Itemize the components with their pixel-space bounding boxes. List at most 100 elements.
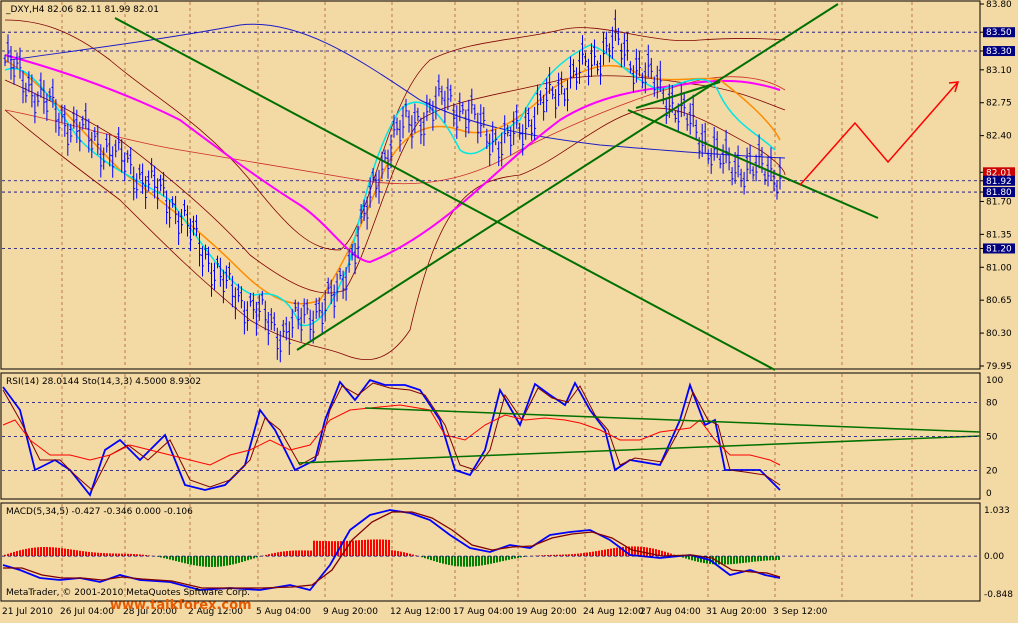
histogram-bar [727,556,729,564]
histogram-bar [733,556,735,564]
histogram-bar [22,550,24,557]
price-scale-label: 80.30 [986,329,1012,339]
histogram-bar [364,540,366,556]
histogram-bar [406,553,408,556]
histogram-bar [499,556,501,562]
histogram-bar [433,556,435,561]
time-axis-label: 3 Sep 12:00 [773,607,828,617]
price-bars[interactable] [4,10,782,363]
histogram-bar [739,556,741,563]
histogram-bar [385,540,387,556]
histogram-bar [181,556,183,562]
histogram-bar [439,556,441,563]
histogram-bar [598,551,600,557]
histogram-bar [229,556,231,565]
histogram-bar [34,548,36,557]
histogram-bar [196,556,198,566]
histogram-bar [13,552,15,556]
histogram-bar [61,548,63,556]
histogram-bar [100,553,102,556]
histogram-bar [190,556,192,565]
histogram-bar [454,556,456,566]
histogram-bar [394,551,396,557]
price-scale-label: 83.30 [986,47,1012,57]
histogram-bar [457,556,459,566]
histogram-bar [280,552,282,556]
histogram-bar [607,549,609,556]
forecast-zigzag[interactable] [800,82,958,185]
histogram-bar [730,556,732,564]
histogram-bar [172,556,174,560]
histogram-bar [79,551,81,556]
histogram-bar [205,556,207,567]
histogram-bar [382,540,384,557]
histogram-bar [241,556,243,562]
histogram-bar [310,551,312,557]
histogram-bar [283,551,285,556]
histogram-bar [757,556,759,561]
histogram-bar [25,549,27,556]
histogram-bar [49,547,51,556]
time-axis-label: 9 Aug 20:00 [323,607,378,617]
histogram-bar [226,556,228,565]
histogram-bar [271,553,273,556]
channel-lower-trendline [628,110,878,218]
histogram-bar [592,552,594,556]
histogram-bar [469,556,471,567]
rising-trendline [297,4,838,350]
histogram-bar [448,556,450,565]
rsi-scale-label: 80 [986,399,998,409]
price-scale-label: 82.40 [986,132,1012,142]
main-price-panel[interactable] [1,1,980,369]
histogram-bar [28,548,30,556]
histogram-bar [601,550,603,556]
histogram-bar [295,550,297,556]
histogram-bar [250,556,252,559]
price-scale-label: 83.80 [986,0,1012,10]
falling-trendline [115,18,775,370]
histogram-bar [643,547,645,556]
price-scale-label: 81.92 [986,177,1012,187]
macd-scale: 1.0330.00-0.848 [2,506,1013,600]
middle-band [5,76,785,293]
histogram-bar [736,556,738,564]
trendlines[interactable] [115,4,878,370]
histogram-bar [94,553,96,557]
histogram-bar [313,541,315,556]
watermark-text: www.talkforex.com [110,598,252,613]
histogram-bar [487,556,489,564]
histogram-bar [436,556,438,562]
rsi-panel-header: RSI(14) 28.0144 Sto(14,3,3) 4.5000 8.930… [6,377,201,387]
histogram-bar [496,556,498,562]
histogram-bar [298,550,300,556]
histogram-bar [493,556,495,563]
histogram-bar [586,553,588,557]
histogram-bar [187,556,189,564]
histogram-bar [82,551,84,556]
histogram-bar [460,556,462,566]
histogram-bar [511,556,513,559]
histogram-bar [751,556,753,562]
histogram-bar [478,556,480,566]
histogram-bar [67,549,69,556]
histogram-bar [301,550,303,556]
time-axis-label: 5 Aug 04:00 [256,607,311,617]
chart-canvas[interactable]: _DXY,H4 82.06 82.11 81.99 82.01 83.8083.… [0,0,1018,619]
histogram-bar [367,540,369,556]
histogram-bar [316,541,318,556]
rsi-stochastic-panel[interactable] [1,373,980,499]
price-scale-label: 79.95 [986,362,1012,372]
ma-long-line [10,24,785,158]
histogram-bar [466,556,468,567]
rsi-upper-trendline[interactable] [365,408,980,432]
macd-signal-line [3,512,780,588]
histogram-bar [616,548,618,556]
histogram-bar [169,556,171,559]
histogram-bar [184,556,186,563]
histogram-bar [175,556,177,561]
histogram-bar [646,547,648,556]
histogram-bar [502,556,504,561]
histogram-bar [103,553,105,556]
histogram-bar [202,556,204,566]
histogram-bar [376,539,378,556]
